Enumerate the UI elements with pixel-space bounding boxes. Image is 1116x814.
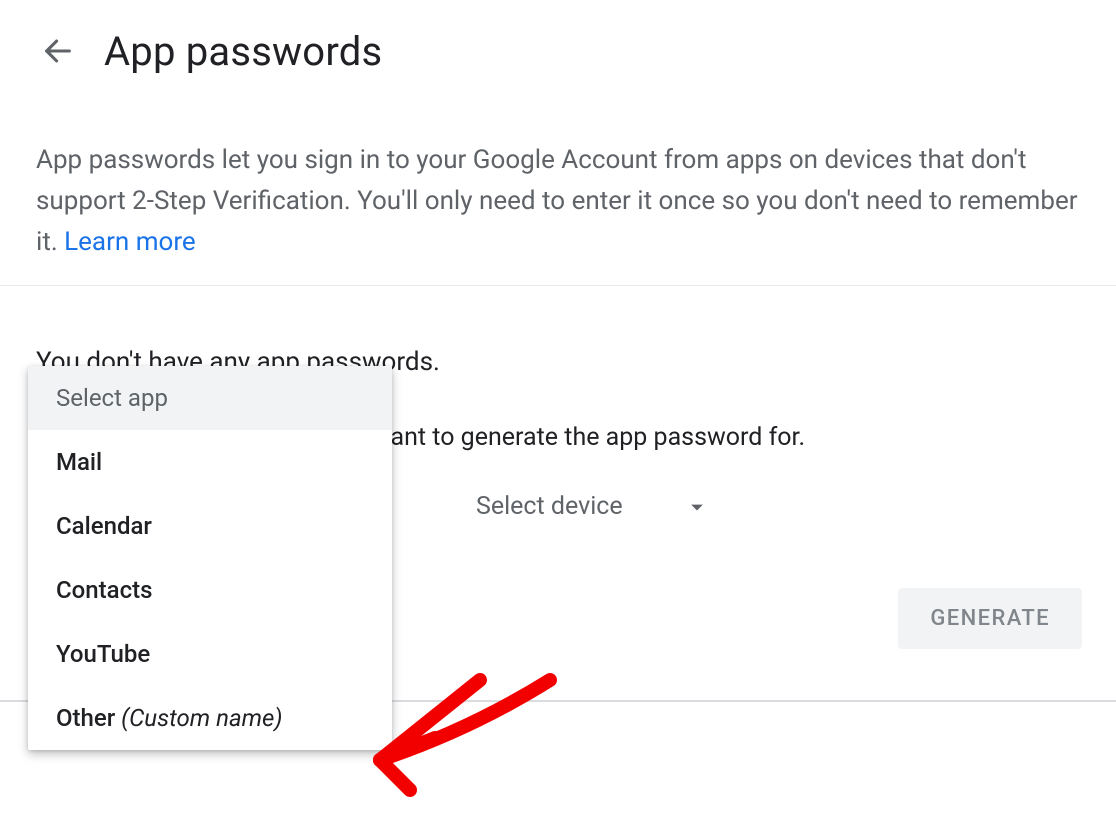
dropdown-option-youtube[interactable]: YouTube <box>28 622 392 686</box>
description-block: App passwords let you sign in to your Go… <box>0 80 1116 307</box>
dropdown-option-calendar[interactable]: Calendar <box>28 494 392 558</box>
dropdown-option-other-hint: (Custom name) <box>121 704 282 732</box>
generate-button[interactable]: GENERATE <box>898 588 1082 649</box>
divider <box>0 285 1116 286</box>
dropdown-option-contacts[interactable]: Contacts <box>28 558 392 622</box>
dropdown-option-other[interactable]: Other (Custom name) <box>28 686 392 750</box>
chevron-down-icon <box>683 493 711 521</box>
dropdown-option-mail[interactable]: Mail <box>28 430 392 494</box>
page-header: App passwords <box>0 0 1116 80</box>
device-selector[interactable]: Select device <box>476 492 711 527</box>
app-select-dropdown: Select app Mail Calendar Contacts YouTub… <box>28 366 392 750</box>
dropdown-option-other-label: Other <box>56 704 121 732</box>
page-title: App passwords <box>104 28 382 75</box>
back-button[interactable] <box>36 29 80 73</box>
arrow-left-icon <box>41 34 75 68</box>
learn-more-link[interactable]: Learn more <box>64 227 196 257</box>
dropdown-header: Select app <box>28 366 392 430</box>
device-selector-label: Select device <box>476 492 623 521</box>
